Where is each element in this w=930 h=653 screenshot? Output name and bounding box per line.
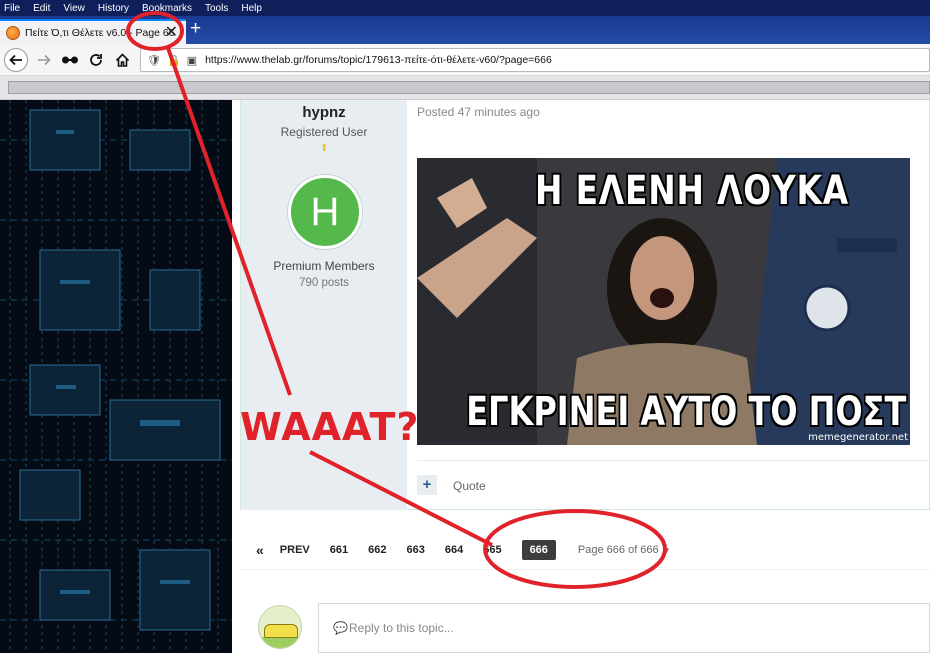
reply-placeholder: Reply to this topic... xyxy=(349,621,454,635)
prev-page-button[interactable]: PREV xyxy=(280,544,310,556)
menu-history[interactable]: History xyxy=(98,3,129,14)
post-timestamp[interactable]: Posted 47 minutes ago xyxy=(417,105,540,119)
first-page-button[interactable]: « xyxy=(256,542,264,558)
permissions-icon[interactable]: ▣ xyxy=(187,54,197,67)
home-button[interactable] xyxy=(110,48,134,72)
menu-help[interactable]: Help xyxy=(241,3,262,14)
author-name[interactable]: hypnz xyxy=(241,104,407,121)
tracking-shield-icon[interactable]: 🛡 xyxy=(147,54,161,67)
tab-strip: Πείτε Ό,τι Θέλετε v6.0 - Page 665 ✕ xyxy=(0,16,930,44)
navigation-bar: 🛡 🔒 ▣ https://www.thelab.gr/forums/topic… xyxy=(0,44,930,76)
back-button[interactable] xyxy=(4,48,28,72)
current-user-avatar[interactable] xyxy=(258,605,302,649)
page-link[interactable]: 662 xyxy=(368,544,386,556)
meme-top-caption: Η ΕΛΕΝΗ ΛΟΥΚΑ xyxy=(535,168,849,214)
caret-down-icon: ▼ xyxy=(662,545,671,555)
url-text[interactable]: https://www.thelab.gr/forums/topic/17961… xyxy=(205,54,552,66)
reload-button[interactable] xyxy=(84,48,108,72)
topic-content: hypnz Registered User ⬆ H Premium Member… xyxy=(232,100,930,653)
meme-image[interactable]: Η ΕΛΕΝΗ ΛΟΥΚΑ ΕΓΚΡΙΝΕΙ ΑΥΤΟ ΤΟ ΠΟΣΤ meme… xyxy=(417,158,910,445)
menu-edit[interactable]: Edit xyxy=(33,3,50,14)
meme-watermark: memegenerator.net xyxy=(808,432,908,443)
page-jump-dropdown[interactable]: Page 666 of 666 ▼ xyxy=(578,544,671,556)
avatar-road xyxy=(259,637,301,648)
author-role: Registered User xyxy=(280,125,368,139)
page-link[interactable]: 663 xyxy=(406,544,424,556)
site-favicon-icon xyxy=(6,25,20,40)
browser-tab[interactable]: Πείτε Ό,τι Θέλετε v6.0 - Page 665 ✕ xyxy=(0,19,186,44)
current-page: 666 xyxy=(521,539,556,560)
menu-tools[interactable]: Tools xyxy=(205,3,228,14)
post-count: 790 posts xyxy=(299,277,349,289)
lock-icon[interactable]: 🔒 xyxy=(167,54,181,67)
page-link[interactable]: 665 xyxy=(483,544,501,556)
menu-view[interactable]: View xyxy=(63,3,85,14)
arrow-right-icon xyxy=(38,54,51,66)
mask-icon xyxy=(62,56,78,64)
tab-close-icon[interactable]: ✕ xyxy=(165,23,178,43)
toolbar-strip xyxy=(8,81,930,94)
pagination: « PREV 661 662 663 664 665 666 Page 666 … xyxy=(240,530,930,570)
page-jump-label: Page 666 of 666 xyxy=(577,543,659,556)
post-actions: + Quote xyxy=(417,460,930,510)
home-icon xyxy=(115,53,129,67)
avatar[interactable]: H xyxy=(288,175,362,249)
menu-bookmarks[interactable]: Bookmarks xyxy=(142,3,192,14)
quote-button[interactable]: Quote xyxy=(453,479,486,493)
avatar-car xyxy=(264,624,298,638)
url-bar[interactable]: 🛡 🔒 ▣ https://www.thelab.gr/forums/topic… xyxy=(140,48,930,72)
incognito-button[interactable] xyxy=(58,48,82,72)
page-link[interactable]: 664 xyxy=(445,544,463,556)
tab-title: Πείτε Ό,τι Θέλετε v6.0 - Page 665 xyxy=(25,26,175,39)
circuit-pattern xyxy=(0,100,232,653)
comment-icon: 💬 xyxy=(333,621,348,635)
menu-file[interactable]: File xyxy=(4,3,20,14)
bookmarks-toolbar xyxy=(0,76,930,100)
annotation-text: WAAAT? xyxy=(240,405,420,449)
reload-icon xyxy=(90,54,102,66)
reply-editor[interactable]: 💬 Reply to this topic... xyxy=(318,603,930,653)
arrow-left-icon xyxy=(9,54,22,66)
page-link[interactable]: 661 xyxy=(330,544,348,556)
meme-bottom-caption: ΕΓΚΡΙΝΕΙ ΑΥΤΟ ΤΟ ΠΟΣΤ xyxy=(466,389,907,435)
multiquote-plus-button[interactable]: + xyxy=(417,475,437,495)
page-background xyxy=(0,100,232,653)
menu-bar: File Edit View History Bookmarks Tools H… xyxy=(0,0,930,16)
forward-button[interactable] xyxy=(32,48,56,72)
new-tab-icon[interactable]: + xyxy=(190,18,201,40)
member-group: Premium Members xyxy=(273,259,375,273)
reputation-icon: ⬆ xyxy=(320,143,329,154)
